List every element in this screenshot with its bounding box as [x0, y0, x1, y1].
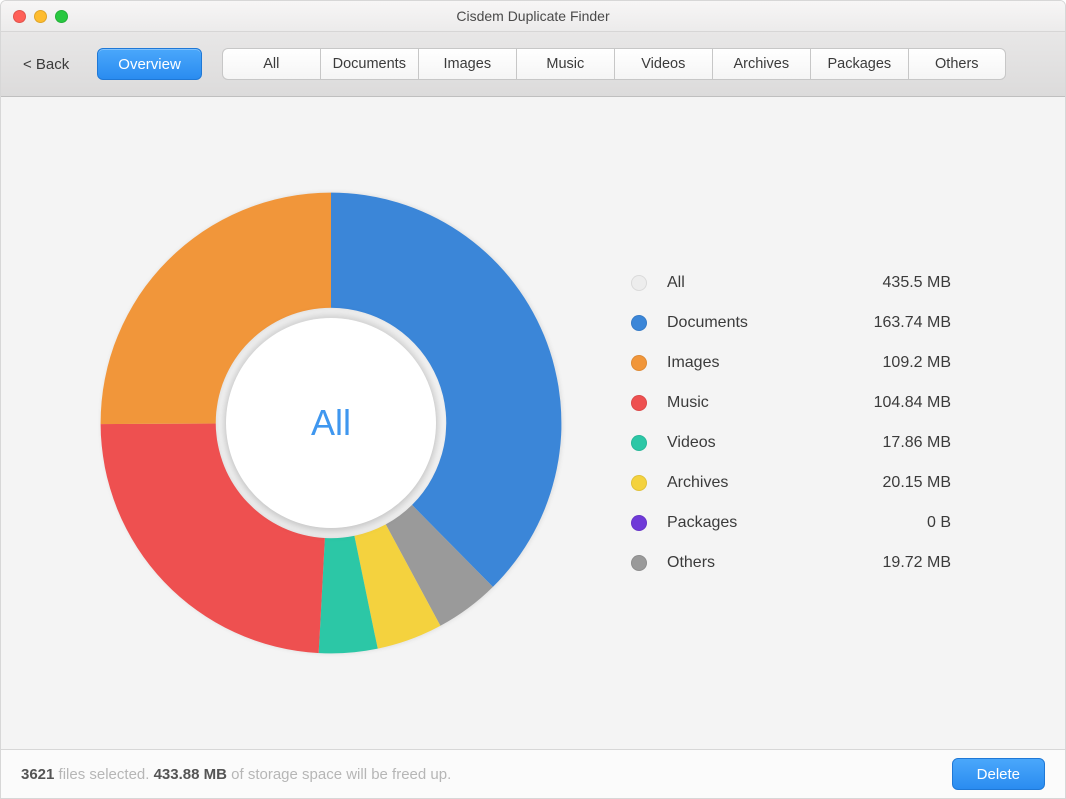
swatch-music-icon	[631, 395, 647, 411]
main-content: All All435.5 MBDocuments163.74 MBImages1…	[1, 97, 1065, 749]
tab-music[interactable]: Music	[516, 48, 614, 80]
legend-row-all[interactable]: All435.5 MB	[631, 274, 951, 292]
swatch-videos-icon	[631, 435, 647, 451]
legend-label: Music	[667, 394, 874, 412]
legend-label: Videos	[667, 434, 883, 452]
minimize-icon[interactable]	[34, 10, 47, 23]
toolbar: < Back Overview AllDocumentsImagesMusicV…	[1, 32, 1065, 97]
tab-all[interactable]: All	[222, 48, 320, 80]
selected-count: 3621	[21, 766, 54, 783]
traffic-lights	[1, 10, 68, 23]
freed-size: 433.88 MB	[154, 766, 227, 783]
legend-value: 109.2 MB	[883, 354, 951, 372]
legend-value: 163.74 MB	[874, 314, 951, 332]
donut-chart: All	[91, 183, 571, 663]
tab-videos[interactable]: Videos	[614, 48, 712, 80]
legend-row-images[interactable]: Images109.2 MB	[631, 354, 951, 372]
legend-label: Packages	[667, 514, 927, 532]
swatch-packages-icon	[631, 515, 647, 531]
window-title: Cisdem Duplicate Finder	[1, 8, 1065, 24]
donut-center-label: All	[226, 318, 436, 528]
app-window: Cisdem Duplicate Finder < Back Overview …	[0, 0, 1066, 799]
tab-others[interactable]: Others	[908, 48, 1006, 80]
legend-row-music[interactable]: Music104.84 MB	[631, 394, 951, 412]
swatch-others-icon	[631, 555, 647, 571]
swatch-all-icon	[631, 275, 647, 291]
legend-label: Documents	[667, 314, 874, 332]
title-bar: Cisdem Duplicate Finder	[1, 1, 1065, 32]
back-button[interactable]: < Back	[15, 50, 77, 79]
category-tabs: AllDocumentsImagesMusicVideosArchivesPac…	[222, 48, 1006, 80]
legend-row-packages[interactable]: Packages0 B	[631, 514, 951, 532]
close-icon[interactable]	[13, 10, 26, 23]
legend-row-others[interactable]: Others19.72 MB	[631, 554, 951, 572]
tab-archives[interactable]: Archives	[712, 48, 810, 80]
legend-value: 20.15 MB	[883, 474, 951, 492]
delete-button[interactable]: Delete	[952, 758, 1045, 790]
zoom-icon[interactable]	[55, 10, 68, 23]
legend-label: Images	[667, 354, 883, 372]
legend: All435.5 MB Documents163.74 MB Images109.2…	[631, 274, 951, 572]
legend-value: 435.5 MB	[883, 274, 951, 292]
legend-value: 17.86 MB	[883, 434, 951, 452]
legend-row-videos[interactable]: Videos17.86 MB	[631, 434, 951, 452]
footer-status-text: 3621 files selected. 433.88 MB of storag…	[21, 766, 451, 783]
legend-row-archives[interactable]: Archives20.15 MB	[631, 474, 951, 492]
swatch-documents-icon	[631, 315, 647, 331]
tab-documents[interactable]: Documents	[320, 48, 418, 80]
tab-packages[interactable]: Packages	[810, 48, 908, 80]
overview-button[interactable]: Overview	[97, 48, 202, 80]
legend-label: Archives	[667, 474, 883, 492]
swatch-archives-icon	[631, 475, 647, 491]
swatch-images-icon	[631, 355, 647, 371]
legend-label: Others	[667, 554, 883, 572]
tab-images[interactable]: Images	[418, 48, 516, 80]
legend-value: 0 B	[927, 514, 951, 532]
legend-value: 19.72 MB	[883, 554, 951, 572]
footer-bar: 3621 files selected. 433.88 MB of storag…	[1, 749, 1065, 798]
legend-value: 104.84 MB	[874, 394, 951, 412]
legend-label: All	[667, 274, 883, 292]
legend-row-documents[interactable]: Documents163.74 MB	[631, 314, 951, 332]
